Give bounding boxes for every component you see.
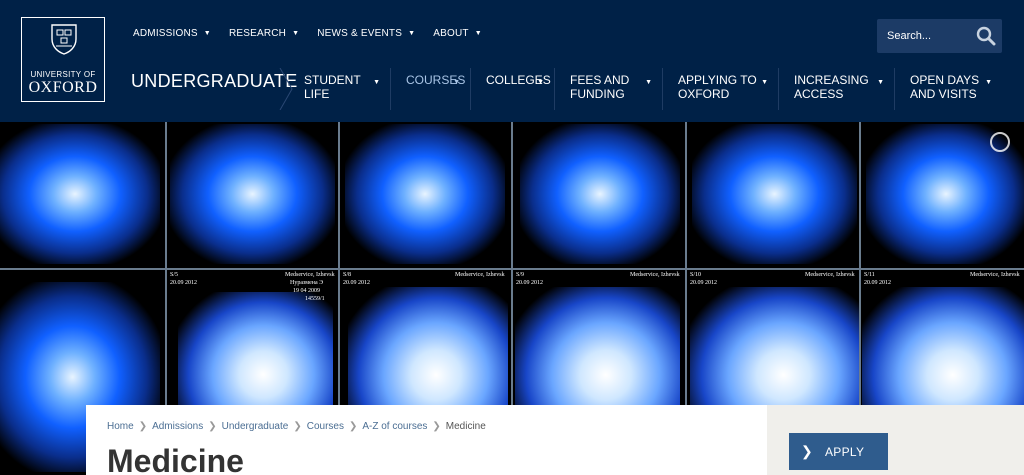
mri-scan — [170, 124, 335, 264]
main-nav-label: OPEN DAYS — [910, 73, 980, 87]
main-nav-label: FEES AND — [570, 73, 630, 87]
main-nav-label: APPLYING TO — [678, 73, 757, 87]
top-nav-label: NEWS & EVENTS — [317, 28, 403, 39]
caret-down-icon: ▼ — [761, 79, 768, 86]
top-nav-about[interactable]: ABOUT ▼ — [433, 28, 482, 39]
top-nav-admissions[interactable]: ADMISSIONS ▼ — [133, 28, 211, 39]
main-nav-label: ACCESS — [794, 87, 844, 101]
film-label: S/9 — [516, 272, 525, 278]
caret-down-icon: ▼ — [645, 79, 652, 86]
caret-down-icon: ▼ — [373, 79, 380, 86]
caret-down-icon: ▼ — [877, 79, 884, 86]
breadcrumb-item[interactable]: Admissions — [152, 421, 203, 432]
main-nav-label: FUNDING — [570, 87, 625, 101]
oxford-logo[interactable]: UNIVERSITY OF OXFORD — [21, 17, 105, 102]
section-title[interactable]: UNDERGRADUATE — [131, 71, 298, 92]
film-label: 14559/1 — [305, 296, 325, 302]
caret-down-icon: ▼ — [453, 79, 460, 86]
site-header: UNIVERSITY OF OXFORD ADMISSIONS ▼ RESEARC… — [0, 0, 1024, 122]
film-label: S/5 — [170, 272, 179, 278]
caret-down-icon: ▼ — [203, 30, 211, 37]
mri-scan — [692, 124, 857, 264]
main-nav-open-days[interactable]: OPEN DAYS AND VISITS ▼ — [894, 68, 1002, 110]
main-nav-courses[interactable]: COURSES ▼ — [390, 68, 470, 110]
search-box — [877, 19, 1002, 53]
film-label: 19 04 2009 — [293, 288, 320, 294]
main-nav-applying[interactable]: APPLYING TO OXFORD ▼ — [662, 68, 778, 110]
chevron-right-icon: ❯ — [208, 421, 217, 432]
ring-icon — [990, 132, 1010, 152]
apply-label: APPLY — [825, 444, 865, 459]
search-icon[interactable] — [976, 26, 996, 46]
main-nav-fees-funding[interactable]: FEES AND FUNDING ▼ — [554, 68, 662, 110]
film-label: S/8 — [343, 272, 352, 278]
film-label: 20.09 2012 — [516, 280, 543, 286]
mri-scan — [520, 124, 680, 264]
chevron-right-icon: ❯ — [293, 421, 302, 432]
breadcrumb-item[interactable]: Courses — [307, 421, 344, 432]
breadcrumb-current: Medicine — [445, 421, 486, 432]
main-nav-label: STUDENT — [304, 73, 361, 87]
chevron-right-icon: ❯ — [800, 443, 814, 459]
chevron-right-icon: ❯ — [138, 421, 148, 432]
chevron-right-icon: ❯ — [432, 421, 441, 432]
logo-line-1: UNIVERSITY OF — [30, 70, 96, 79]
top-nav-label: ABOUT — [433, 28, 469, 39]
top-nav-label: ADMISSIONS — [133, 28, 198, 39]
breadcrumb-item[interactable]: Home — [107, 421, 134, 432]
main-nav-label: COLLEGES — [486, 73, 551, 87]
main-nav-colleges[interactable]: COLLEGES ▼ — [470, 68, 554, 110]
caret-down-icon: ▼ — [985, 79, 992, 86]
film-label: Medservice, Izhevsk — [285, 272, 335, 278]
film-label: Нуразмена Э — [290, 280, 324, 286]
film-label: S/10 — [690, 272, 702, 278]
main-nav-label: LIFE — [304, 87, 330, 101]
film-label: 20.09 2012 — [864, 280, 891, 286]
film-label: Medservice, Izhevsk — [970, 272, 1020, 278]
film-label: S/11 — [864, 272, 875, 278]
top-nav: ADMISSIONS ▼ RESEARCH ▼ NEWS & EVENTS ▼ ABO… — [133, 28, 500, 39]
crest-icon — [51, 24, 77, 55]
caret-down-icon: ▼ — [474, 30, 482, 37]
top-nav-research[interactable]: RESEARCH ▼ — [229, 28, 299, 39]
caret-down-icon: ▼ — [408, 30, 416, 37]
page-title: Medicine — [107, 443, 244, 475]
mri-scan — [0, 124, 160, 264]
main-content: Home ❯ Admissions ❯ Undergraduate ❯ Cour… — [86, 405, 767, 475]
chevron-right-icon: ❯ — [348, 421, 358, 432]
main-nav-label: COURSES — [406, 73, 466, 87]
breadcrumb: Home ❯ Admissions ❯ Undergraduate ❯ Cour… — [107, 421, 486, 432]
caret-down-icon: ▼ — [292, 30, 300, 37]
main-nav-student-life[interactable]: STUDENT LIFE ▼ — [289, 68, 390, 110]
main-nav-increasing-access[interactable]: INCREASING ACCESS ▼ — [778, 68, 894, 110]
film-label: Medservice, Izhevsk — [805, 272, 855, 278]
film-label: 20.09 2012 — [690, 280, 717, 286]
film-label: Medservice, Izhevsk — [455, 272, 505, 278]
breadcrumb-item[interactable]: A-Z of courses — [362, 421, 427, 432]
top-nav-label: RESEARCH — [228, 28, 287, 39]
sidebar: ❯ APPLY — [767, 405, 1024, 475]
film-label: 20.09 2012 — [343, 280, 370, 286]
main-nav-label: OXFORD — [678, 87, 730, 101]
apply-button[interactable]: ❯ APPLY — [789, 433, 888, 470]
breadcrumb-item[interactable]: Undergraduate — [222, 421, 289, 432]
caret-down-icon: ▼ — [537, 79, 544, 86]
main-nav-label: INCREASING — [794, 73, 869, 87]
main-nav: STUDENT LIFE ▼ COURSES ▼ COLLEGES ▼ FEES… — [289, 68, 1002, 110]
logo-line-2: OXFORD — [28, 79, 98, 96]
mri-scan — [345, 124, 505, 264]
film-label: 20.09 2012 — [170, 280, 197, 286]
main-nav-label: AND VISITS — [910, 87, 977, 101]
top-nav-news-events[interactable]: NEWS & EVENTS ▼ — [317, 28, 415, 39]
film-label: Medservice, Izhevsk — [630, 272, 680, 278]
search-input[interactable] — [887, 27, 977, 45]
